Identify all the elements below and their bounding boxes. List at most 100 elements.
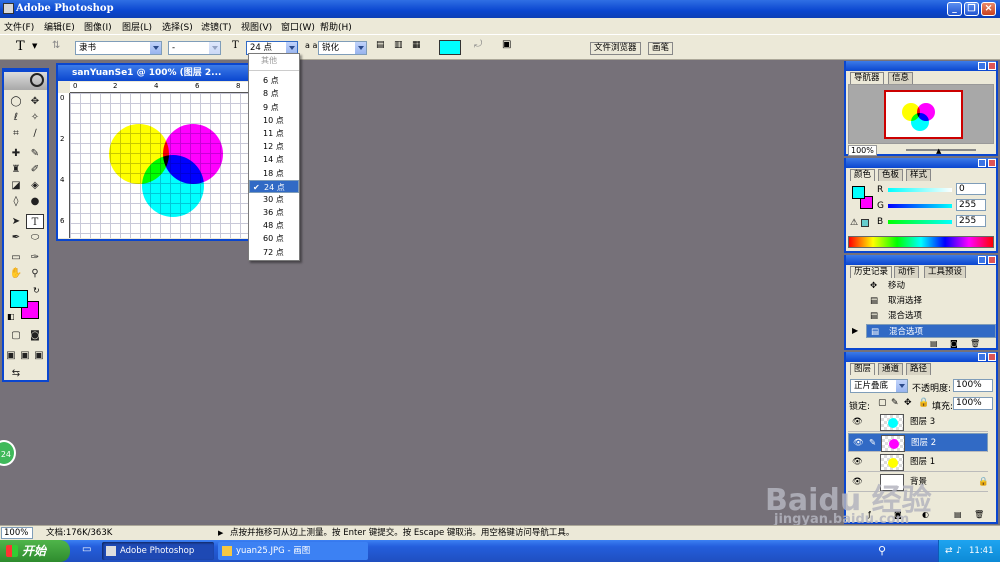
panel-minimize-icon[interactable] — [978, 353, 986, 361]
standard-mode-icon[interactable]: ▢ — [7, 328, 25, 343]
close-button[interactable]: ✕ — [981, 2, 996, 16]
status-doc-size[interactable]: 文档:176K/363K — [46, 526, 112, 540]
eraser-tool-icon[interactable]: ◪ — [7, 178, 25, 193]
antialias-select[interactable]: 锐化 — [318, 41, 367, 55]
show-desktop-icon[interactable]: ▭ — [82, 544, 91, 555]
menu-edit[interactable]: 编辑(E) — [44, 20, 75, 33]
warp-text-icon[interactable]: ⤾ — [474, 39, 482, 50]
brushes-tab[interactable]: 画笔 — [648, 42, 674, 55]
panel-minimize-icon[interactable] — [978, 159, 986, 167]
zoom-slider-thumb-icon[interactable]: ▲ — [936, 147, 941, 155]
gamut-warning-icon[interactable]: ⚠ — [850, 218, 858, 228]
panel-header[interactable] — [846, 61, 996, 71]
channel-r-slider[interactable] — [888, 188, 952, 192]
blend-mode-select[interactable]: 正片叠底 — [850, 379, 908, 393]
magic-wand-icon[interactable]: ✧ — [26, 110, 44, 125]
hand-tool-icon[interactable]: ✋ — [7, 266, 25, 281]
menu-help[interactable]: 帮助(H) — [320, 20, 352, 33]
tab-actions[interactable]: 动作 — [894, 266, 920, 278]
panel-minimize-icon[interactable] — [978, 256, 986, 264]
tab-history[interactable]: 历史记录 — [850, 266, 893, 278]
tab-paths[interactable]: 路径 — [906, 363, 932, 375]
size-option[interactable]: ✔ 24 点 — [249, 179, 299, 193]
new-layer-icon[interactable]: ▤ — [954, 510, 962, 519]
size-option[interactable]: 12 点 — [249, 140, 299, 153]
paint-bucket-icon[interactable]: ◈ — [26, 178, 44, 193]
dodge-tool-icon[interactable]: ● — [26, 194, 44, 209]
size-option[interactable]: 36 点 — [249, 206, 299, 219]
healing-brush-icon[interactable]: ✚ — [7, 146, 25, 161]
brush-tool-icon[interactable]: ✎ — [26, 146, 44, 161]
status-zoom-field[interactable]: 100% — [1, 527, 33, 539]
fill-field[interactable]: 100% — [953, 397, 993, 410]
tab-info[interactable]: 信息 — [888, 72, 914, 84]
visibility-eye-icon[interactable]: 👁 — [853, 434, 864, 453]
size-option[interactable]: 9 点 — [249, 101, 299, 114]
size-option[interactable]: 10 点 — [249, 114, 299, 127]
clone-stamp-icon[interactable]: ♜ — [7, 162, 25, 177]
channel-b-value[interactable]: 255 — [956, 215, 986, 227]
shape-tool-icon[interactable]: ⬭ — [26, 230, 44, 245]
foreground-color-swatch[interactable] — [10, 290, 28, 308]
palettes-toggle-icon[interactable]: ▣ — [502, 39, 511, 50]
crop-tool-icon[interactable]: ⌗ — [7, 126, 25, 141]
taskbar-item-photoshop[interactable]: Adobe Photoshop — [102, 542, 214, 560]
size-option[interactable]: 8 点 — [249, 87, 299, 100]
font-style-select[interactable]: - — [168, 41, 221, 55]
history-item[interactable]: ▤ 取消选择 — [866, 294, 996, 308]
search-icon[interactable]: ⚲ — [878, 544, 886, 557]
restore-button[interactable]: ❐ — [964, 2, 979, 16]
document-window[interactable]: sanYuanSe1 @ 100% (图层 2... 0 2 4 6 8 0 2… — [56, 63, 251, 241]
panel-fg-swatch[interactable] — [852, 186, 865, 199]
document-title-bar[interactable]: sanYuanSe1 @ 100% (图层 2... — [58, 65, 249, 81]
screen-mode-standard-icon[interactable]: ▣ — [4, 348, 18, 363]
size-option[interactable]: 60 点 — [249, 232, 299, 245]
align-left-icon[interactable]: ▤ — [376, 40, 386, 50]
new-document-from-state-icon[interactable]: ▤ — [930, 339, 938, 348]
preset-arrow-icon[interactable]: ▼ — [32, 42, 37, 50]
panel-minimize-icon[interactable] — [978, 62, 986, 70]
screen-mode-full-icon[interactable]: ▣ — [32, 348, 46, 363]
lock-transparency-icon[interactable]: ▢ — [878, 398, 887, 408]
panel-header[interactable] — [846, 255, 996, 265]
size-option[interactable]: 30 点 — [249, 193, 299, 206]
slice-tool-icon[interactable]: ∕ — [26, 126, 44, 141]
document-canvas[interactable] — [70, 93, 249, 238]
delete-state-icon[interactable]: 🗑 — [970, 339, 980, 348]
type-tool-preset-icon[interactable]: T — [16, 39, 25, 54]
navigator-preview[interactable] — [848, 84, 994, 144]
menu-image[interactable]: 图像(I) — [84, 20, 112, 33]
size-option[interactable]: 6 点 — [249, 74, 299, 87]
default-colors-icon[interactable]: ◧ — [7, 312, 15, 321]
jump-to-imageready-icon[interactable]: ⇆ — [7, 366, 25, 381]
tab-channels[interactable]: 通道 — [878, 363, 904, 375]
path-select-icon[interactable]: ➤ — [7, 214, 25, 229]
text-color-swatch[interactable] — [439, 40, 461, 55]
tray-volume-icon[interactable]: ♪ — [956, 540, 962, 562]
adobe-online-icon[interactable] — [30, 73, 44, 87]
opacity-field[interactable]: 100% — [953, 379, 993, 392]
menu-file[interactable]: 文件(F) — [4, 20, 34, 33]
start-button[interactable]: 开始 — [0, 540, 70, 562]
move-tool-icon[interactable]: ✥ — [26, 94, 44, 109]
font-family-select[interactable]: 隶书 — [75, 41, 162, 55]
history-item[interactable]: ✥ 移动 — [866, 279, 996, 293]
menu-window[interactable]: 窗口(W) — [281, 20, 315, 33]
panel-close-icon[interactable] — [988, 62, 996, 70]
tray-network-icon[interactable]: ⇄ — [945, 540, 953, 562]
panel-close-icon[interactable] — [988, 159, 996, 167]
lasso-tool-icon[interactable]: ℓ — [7, 110, 25, 125]
size-option[interactable]: 18 点 — [249, 167, 299, 180]
tab-color[interactable]: 颜色 — [850, 169, 876, 181]
type-tool-icon[interactable]: T — [26, 214, 44, 229]
channel-g-value[interactable]: 255 — [956, 199, 986, 211]
size-option[interactable]: 14 点 — [249, 153, 299, 166]
lock-position-icon[interactable]: ✥ — [904, 398, 912, 408]
menu-select[interactable]: 选择(S) — [162, 20, 193, 33]
text-orientation-icon[interactable]: ⇅ — [52, 40, 60, 51]
delete-layer-icon[interactable]: 🗑 — [974, 510, 984, 519]
screen-mode-full-menu-icon[interactable]: ▣ — [18, 348, 32, 363]
gamut-color-swatch[interactable] — [861, 219, 869, 227]
panel-header[interactable] — [846, 352, 996, 362]
eyedropper-icon[interactable]: ✑ — [26, 250, 44, 265]
